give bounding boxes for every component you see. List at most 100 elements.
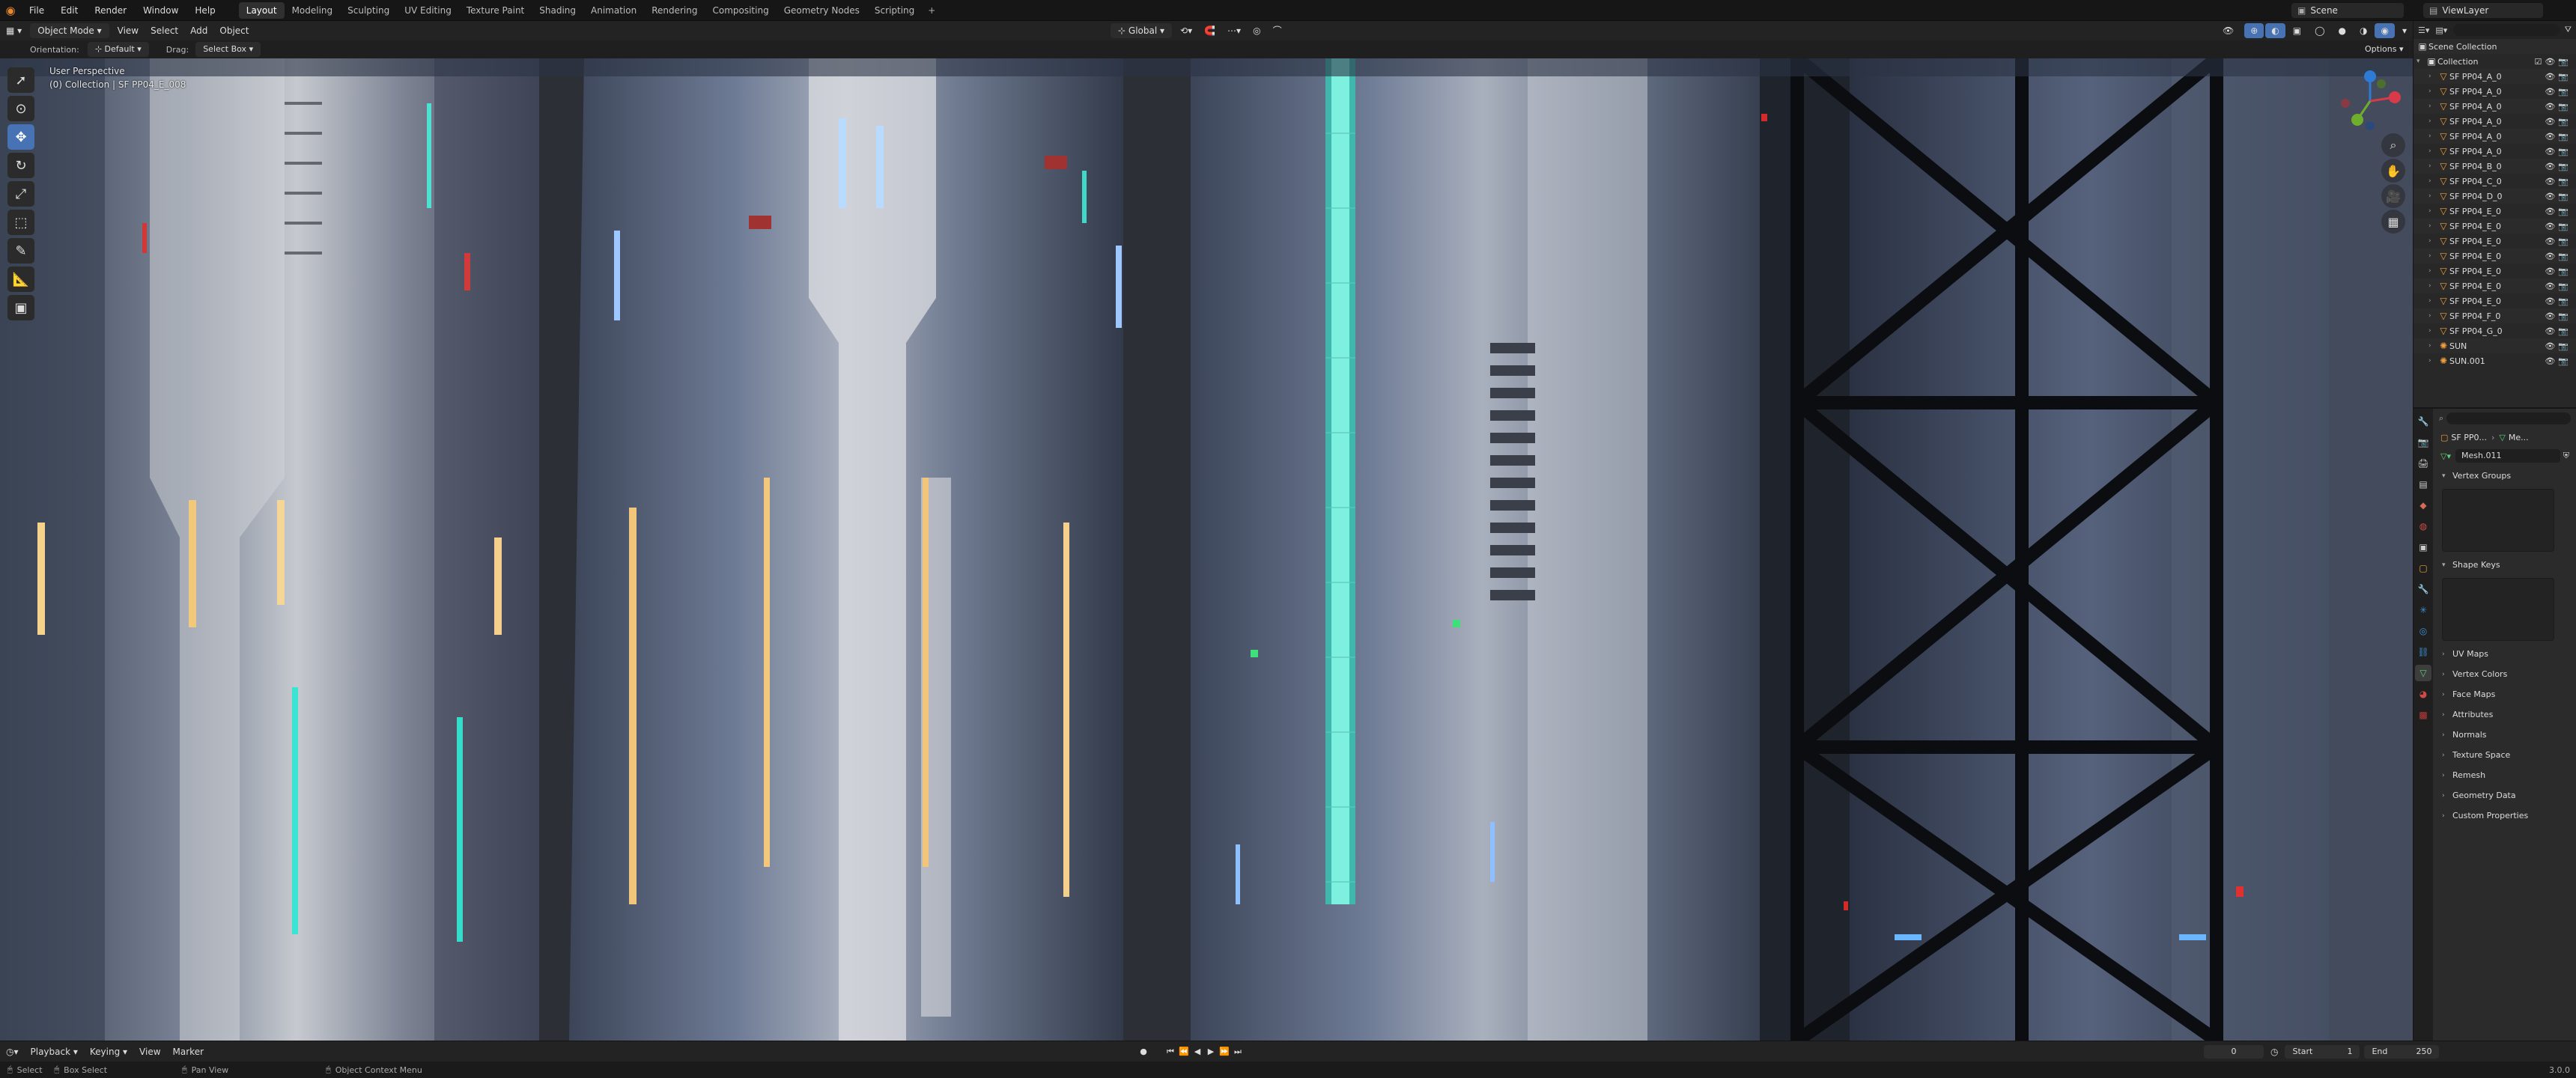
pan-hand-icon[interactable]: ✋ <box>2381 159 2405 183</box>
timeline-editor-icon[interactable]: ◷▾ <box>0 1044 25 1059</box>
material-shading-icon[interactable]: ◑ <box>2354 23 2373 38</box>
outliner-object-row[interactable]: › ▽ SF PP04_F_0 👁📷 <box>2414 308 2576 323</box>
overlay-icon[interactable]: ◐ <box>2265 23 2285 38</box>
pivot-icon[interactable]: ⟲▾ <box>1174 23 1198 38</box>
texture-tab-icon[interactable]: ▩ <box>2415 707 2431 723</box>
object-tab-icon[interactable]: ▢ <box>2415 560 2431 576</box>
xray-icon[interactable]: ▣ <box>2287 23 2307 38</box>
outliner-search-input[interactable] <box>2453 24 2560 36</box>
mode-dropdown[interactable]: Object Mode ▾ <box>30 23 109 38</box>
add-workspace-icon[interactable]: + <box>922 5 941 16</box>
expand-icon[interactable]: › <box>2428 177 2437 185</box>
transform-orientation-dropdown[interactable]: ⊹ Global ▾ <box>1111 23 1173 38</box>
3d-viewport[interactable] <box>0 58 2413 1041</box>
outliner-object-row[interactable]: › ▽ SF PP04_G_0 👁📷 <box>2414 323 2576 338</box>
section-geometry-data[interactable]: › Geometry Data <box>2433 785 2576 806</box>
zoom-icon[interactable]: ⌕ <box>2381 133 2405 157</box>
visibility-toggle-icons[interactable]: 👁📷 <box>2545 132 2572 141</box>
visibility-toggle-icons[interactable]: 👁📷 <box>2545 356 2572 366</box>
tab-geometry-nodes[interactable]: Geometry Nodes <box>777 2 867 19</box>
expand-icon[interactable]: › <box>2428 207 2437 215</box>
falloff-icon[interactable]: ⌒ <box>1267 23 1288 38</box>
view-layer-tab-icon[interactable]: ▤ <box>2415 476 2431 493</box>
expand-icon[interactable]: › <box>2428 162 2437 170</box>
menu-timeline-view[interactable]: View <box>133 1044 166 1059</box>
menu-render[interactable]: Render <box>86 5 135 16</box>
expand-icon[interactable]: › <box>2428 103 2437 110</box>
visibility-toggle-icons[interactable]: 👁📷 <box>2545 192 2572 201</box>
rendered-shading-icon[interactable]: ◉ <box>2375 23 2395 38</box>
outliner-filter-icon[interactable]: ⛛ <box>2565 25 2572 35</box>
annotate-tool-icon[interactable]: ✎ <box>7 238 34 264</box>
render-tab-icon[interactable]: 📷 <box>2415 434 2431 451</box>
outliner-object-row[interactable]: › ▽ SF PP04_A_0 👁📷 <box>2414 129 2576 144</box>
tab-layout[interactable]: Layout <box>238 1 285 19</box>
rotate-tool-icon[interactable]: ↻ <box>7 153 34 178</box>
visibility-toggle-icons[interactable]: 👁📷 <box>2545 177 2572 186</box>
solid-shading-icon[interactable]: ● <box>2333 23 2352 38</box>
expand-icon[interactable]: › <box>2428 147 2437 155</box>
tab-scripting[interactable]: Scripting <box>867 2 922 19</box>
camera-view-icon[interactable]: 🎥 <box>2381 184 2405 208</box>
blender-logo-icon[interactable]: ◉ <box>0 0 21 21</box>
shape-keys-list[interactable] <box>2442 578 2554 641</box>
expand-icon[interactable]: › <box>2428 73 2437 80</box>
visibility-toggle-icons[interactable]: 👁📷 <box>2545 162 2572 171</box>
section-face-maps[interactable]: › Face Maps <box>2433 684 2576 704</box>
vertex-groups-list[interactable] <box>2442 489 2554 552</box>
expand-icon[interactable]: › <box>2428 192 2437 200</box>
view-layer-selector[interactable]: ▤ ViewLayer <box>2423 3 2543 18</box>
perspective-grid-icon[interactable]: ▦ <box>2381 210 2405 234</box>
expand-icon[interactable]: › <box>2428 327 2437 335</box>
section-vertex-colors[interactable]: › Vertex Colors <box>2433 664 2576 684</box>
menu-keying[interactable]: Keying ▾ <box>84 1044 133 1059</box>
expand-icon[interactable]: › <box>2428 237 2437 245</box>
expand-icon[interactable]: › <box>2428 357 2437 365</box>
tab-shading[interactable]: Shading <box>532 2 583 19</box>
constraints-tab-icon[interactable]: ⛓ <box>2415 644 2431 660</box>
collection-row[interactable]: ▾ ▣ Collection ☑👁📷 <box>2414 54 2576 69</box>
section-texture-space[interactable]: › Texture Space <box>2433 745 2576 765</box>
select-tool-icon[interactable]: ➚ <box>7 67 34 93</box>
expand-icon[interactable]: › <box>2428 267 2437 275</box>
visibility-toggle-icons[interactable]: 👁📷 <box>2545 281 2572 291</box>
tab-uv-editing[interactable]: UV Editing <box>397 2 459 19</box>
visibility-toggle-icons[interactable]: 👁📷 <box>2545 252 2572 261</box>
world-tab-icon[interactable]: ◍ <box>2415 518 2431 535</box>
section-uv-maps[interactable]: › UV Maps <box>2433 644 2576 664</box>
wireframe-shading-icon[interactable]: ◯ <box>2309 23 2330 38</box>
expand-icon[interactable]: › <box>2428 88 2437 95</box>
outliner-object-row[interactable]: › ▽ SF PP04_A_0 👁📷 <box>2414 114 2576 129</box>
editor-type-icon[interactable]: ▦ ▾ <box>0 23 28 38</box>
visibility-toggle-icons[interactable]: 👁📷 <box>2545 237 2572 246</box>
visibility-toggle-icons[interactable]: 👁📷 <box>2545 267 2572 276</box>
outliner-object-row[interactable]: › ▽ SF PP04_E_0 👁📷 <box>2414 278 2576 293</box>
menu-window[interactable]: Window <box>135 5 186 16</box>
tab-modeling[interactable]: Modeling <box>285 2 341 19</box>
proportional-edit-icon[interactable]: ◎ <box>1247 23 1266 38</box>
prev-keyframe-icon[interactable]: ⏪ <box>1177 1045 1191 1059</box>
outliner-object-row[interactable]: › ▽ SF PP04_A_0 👁📷 <box>2414 99 2576 114</box>
outliner-object-row[interactable]: › ✺ SUN.001 👁📷 <box>2414 353 2576 368</box>
visibility-toggle-icons[interactable]: 👁📷 <box>2545 296 2572 306</box>
visibility-toggle-icons[interactable]: 👁📷 <box>2545 341 2572 351</box>
outliner-object-row[interactable]: › ▽ SF PP04_D_0 👁📷 <box>2414 189 2576 204</box>
outliner-object-row[interactable]: › ▽ SF PP04_A_0 👁📷 <box>2414 69 2576 84</box>
particles-tab-icon[interactable]: ✳ <box>2415 602 2431 618</box>
add-cube-tool-icon[interactable]: ▣ <box>7 295 34 320</box>
visibility-icon[interactable]: 👁▾ <box>2217 23 2243 51</box>
transform-tool-icon[interactable]: ⬚ <box>7 210 34 235</box>
outliner-object-row[interactable]: › ▽ SF PP04_E_0 👁📷 <box>2414 234 2576 249</box>
gizmo-icon[interactable]: ⊕ <box>2244 23 2264 38</box>
modifier-tab-icon[interactable]: 🔧 <box>2415 581 2431 597</box>
visibility-toggle-icons[interactable]: 👁📷 <box>2545 311 2572 321</box>
jump-start-icon[interactable]: ⏮ <box>1164 1045 1177 1059</box>
tab-sculpting[interactable]: Sculpting <box>340 2 397 19</box>
menu-file[interactable]: File <box>21 5 52 16</box>
section-shape-keys[interactable]: ▾ Shape Keys <box>2433 555 2576 575</box>
end-frame-field[interactable]: End 250 <box>2364 1044 2440 1059</box>
scene-collection-row[interactable]: ▣ Scene Collection <box>2414 39 2576 54</box>
visibility-toggle-icons[interactable]: 👁📷 <box>2545 72 2572 82</box>
visibility-toggle-icons[interactable]: 👁📷 <box>2545 326 2572 336</box>
outliner-object-row[interactable]: › ▽ SF PP04_E_0 👁📷 <box>2414 264 2576 278</box>
